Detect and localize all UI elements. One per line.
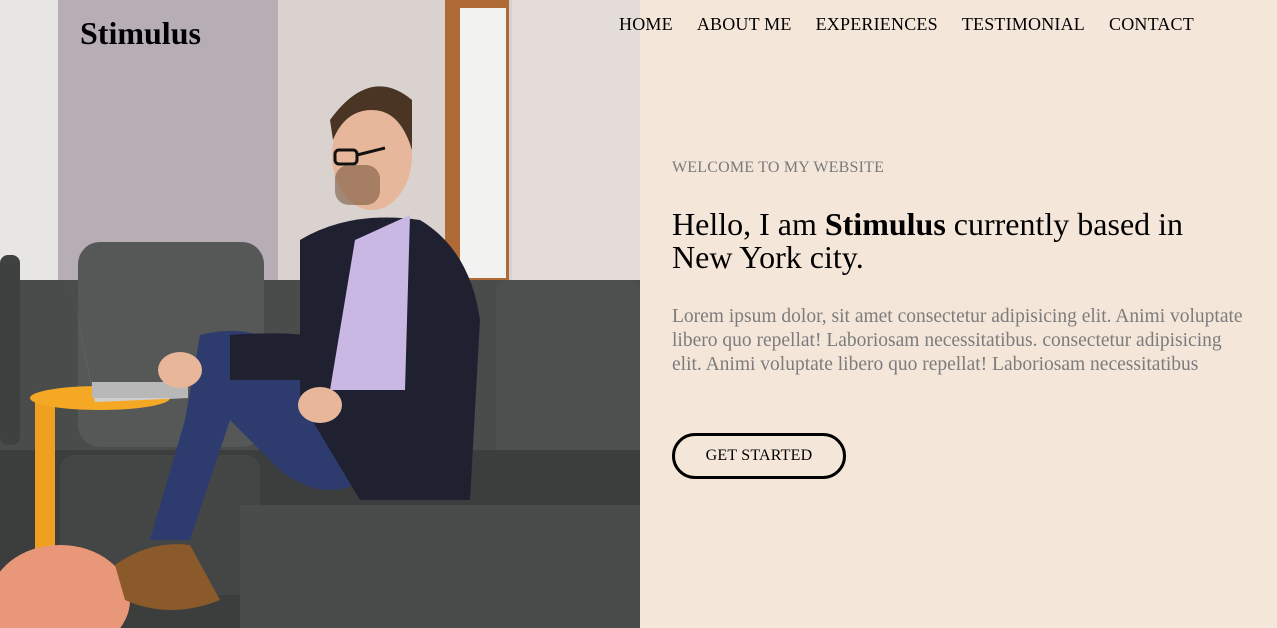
nav-contact[interactable]: CONTACT (1109, 14, 1194, 35)
get-started-button[interactable]: GET STARTED (672, 433, 846, 479)
nav-testimonial[interactable]: TESTIMONIAL (962, 14, 1085, 35)
nav-about-me[interactable]: ABOUT ME (697, 14, 792, 35)
nav-experiences[interactable]: EXPERIENCES (816, 14, 938, 35)
headline-name: Stimulus (824, 206, 946, 242)
nav-home[interactable]: HOME (619, 14, 673, 35)
site-logo[interactable]: Stimulus (80, 15, 201, 52)
hero-headline: Hello, I am Stimulus currently based in … (672, 208, 1232, 274)
headline-prefix: Hello, I am (672, 206, 825, 242)
hero-eyebrow: WELCOME TO MY WEBSITE (672, 159, 885, 176)
main-nav: HOME ABOUT ME EXPERIENCES TESTIMONIAL CO… (619, 14, 1218, 35)
hero-photo (0, 0, 640, 628)
hero-intro: Lorem ipsum dolor, sit amet consectetur … (672, 306, 1243, 375)
